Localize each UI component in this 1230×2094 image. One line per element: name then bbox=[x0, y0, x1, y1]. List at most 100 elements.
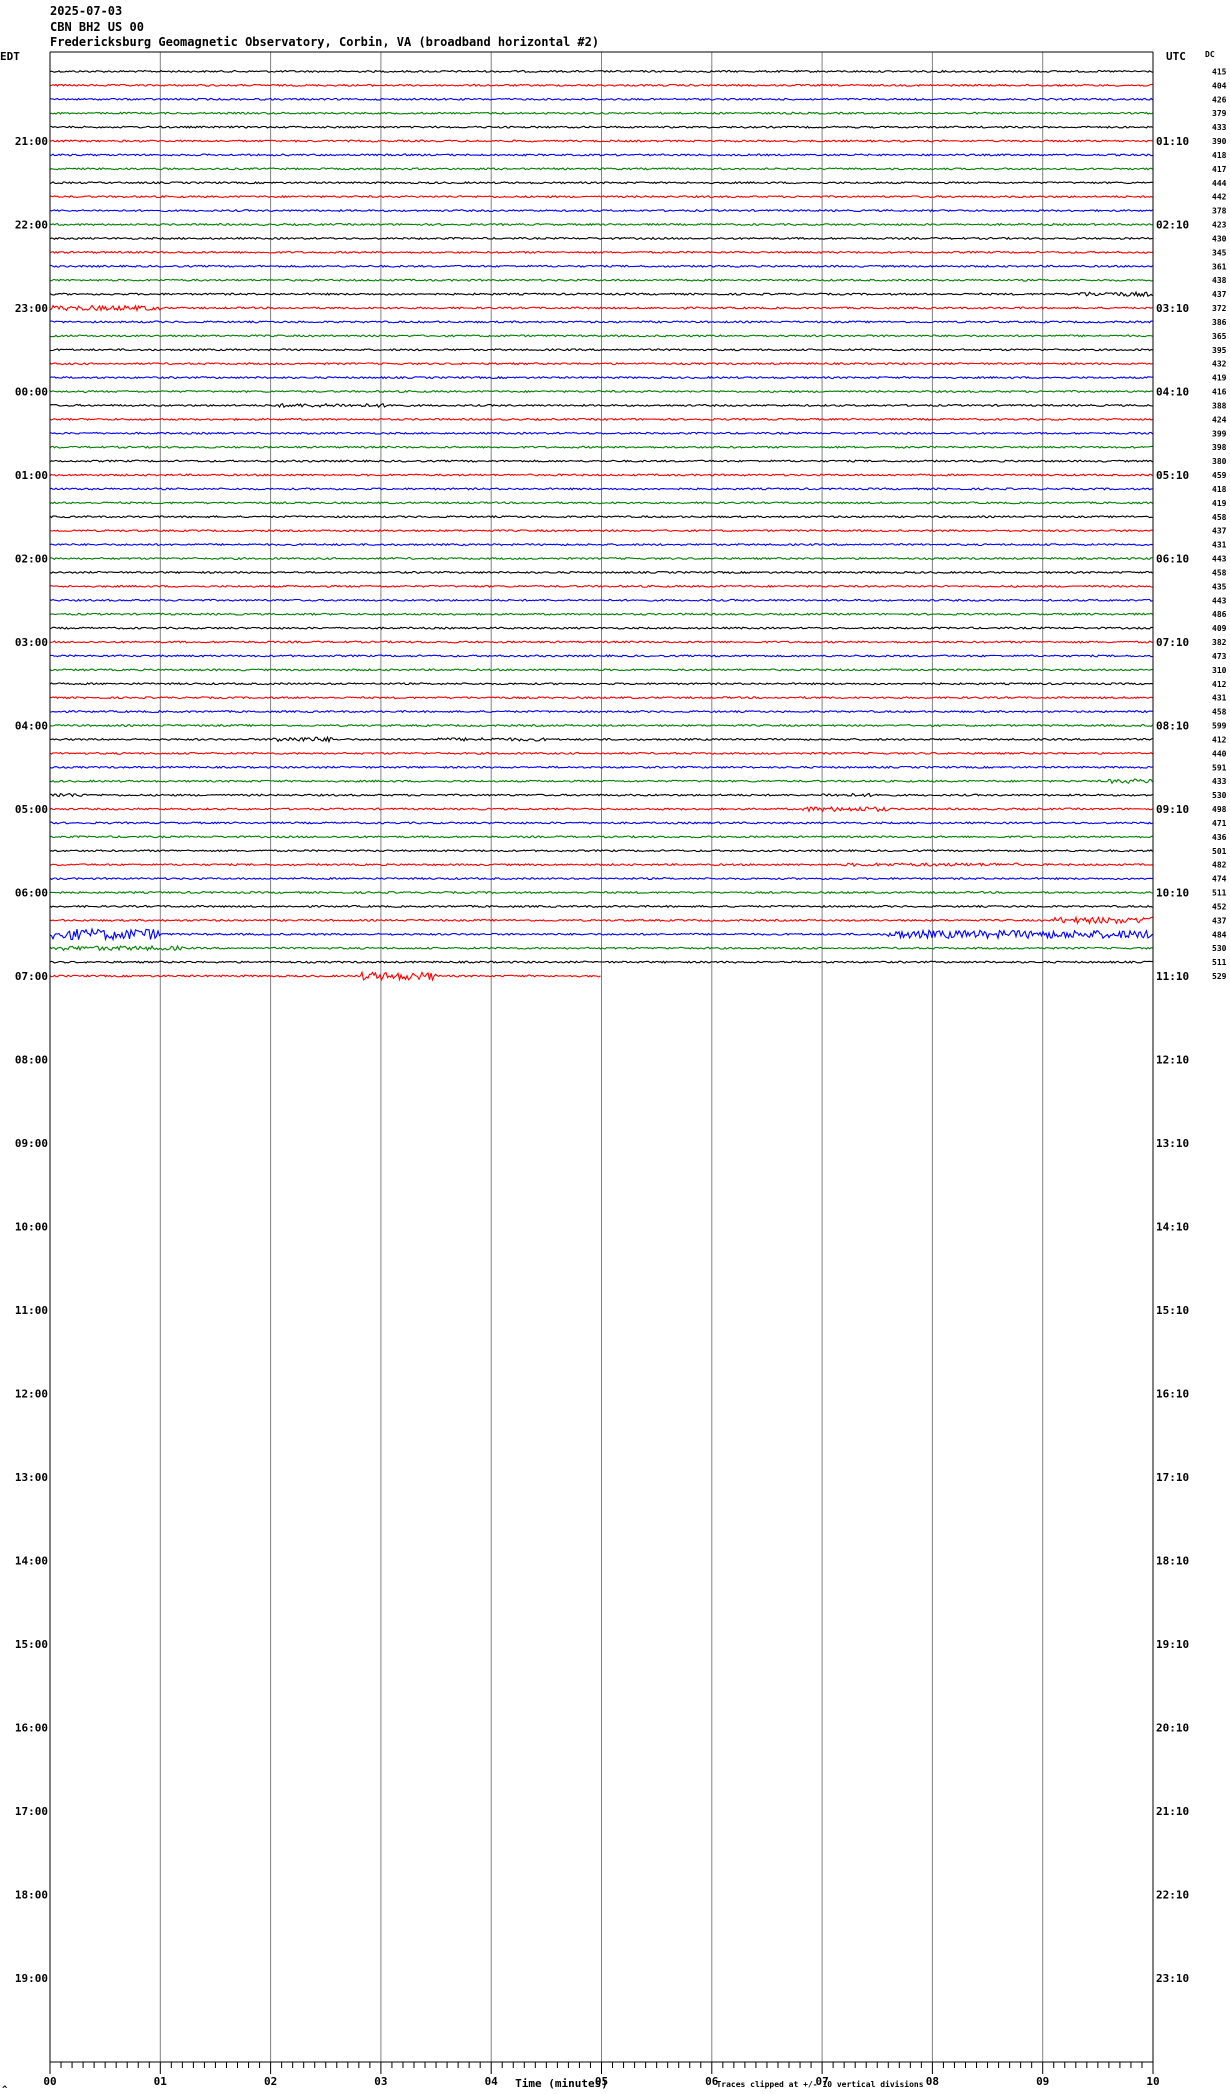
dc-offset-label: 380 bbox=[1212, 457, 1227, 466]
right-hour-label: 20:10 bbox=[1156, 1722, 1189, 1735]
right-hour-label: 19:10 bbox=[1156, 1638, 1189, 1651]
left-hour-label: 23:00 bbox=[15, 302, 48, 315]
dc-offset-label: 438 bbox=[1212, 276, 1227, 285]
seismic-trace bbox=[49, 626, 1153, 630]
dc-offset-label: 591 bbox=[1212, 763, 1227, 772]
dc-offset-label: 431 bbox=[1212, 541, 1227, 550]
x-tick-label: 00 bbox=[43, 2075, 56, 2088]
dc-offset-label: 437 bbox=[1212, 527, 1227, 536]
dc-offset-label: 388 bbox=[1212, 401, 1227, 410]
dc-offset-label: 418 bbox=[1212, 485, 1227, 494]
left-hour-label: 08:00 bbox=[15, 1054, 48, 1067]
dc-offset-label: 386 bbox=[1212, 318, 1227, 327]
dc-offset-label: 419 bbox=[1212, 499, 1227, 508]
x-tick-label: 08 bbox=[926, 2075, 939, 2088]
left-hour-label: 16:00 bbox=[15, 1722, 48, 1735]
right-hour-label: 15:10 bbox=[1156, 1304, 1189, 1317]
right-hour-label: 06:10 bbox=[1156, 553, 1189, 566]
dc-offset-label: 412 bbox=[1212, 680, 1227, 689]
dc-offset-label: 436 bbox=[1212, 833, 1227, 842]
dc-offset-label: 443 bbox=[1212, 596, 1227, 605]
left-hour-label: 04:00 bbox=[15, 720, 48, 733]
dc-offset-label: 482 bbox=[1212, 861, 1227, 870]
dc-offset-label: 437 bbox=[1212, 916, 1227, 925]
right-hour-label: 07:10 bbox=[1156, 636, 1189, 649]
left-hour-label: 18:00 bbox=[15, 1889, 48, 1902]
right-hour-label: 13:10 bbox=[1156, 1137, 1189, 1150]
right-hour-label: 11:10 bbox=[1156, 970, 1189, 983]
dc-offset-label: 511 bbox=[1212, 889, 1227, 898]
left-hour-label: 14:00 bbox=[15, 1555, 48, 1568]
left-hour-label: 12:00 bbox=[15, 1388, 48, 1401]
right-hour-label: 03:10 bbox=[1156, 302, 1189, 315]
dc-offset-label: 501 bbox=[1212, 847, 1227, 856]
dc-offset-label: 390 bbox=[1212, 137, 1227, 146]
dc-offset-label: 310 bbox=[1212, 666, 1227, 675]
dc-offset-label: 498 bbox=[1212, 805, 1227, 814]
dc-offset-label: 484 bbox=[1212, 930, 1227, 939]
left-hour-label: 09:00 bbox=[15, 1137, 48, 1150]
right-hour-label: 10:10 bbox=[1156, 887, 1189, 900]
left-hour-label: 21:00 bbox=[15, 135, 48, 148]
dc-offset-label: 417 bbox=[1212, 165, 1227, 174]
right-timezone-label: UTC bbox=[1166, 50, 1186, 63]
right-hour-label: 12:10 bbox=[1156, 1054, 1189, 1067]
left-hour-label: 05:00 bbox=[15, 803, 48, 816]
dc-offset-label: 459 bbox=[1212, 471, 1227, 480]
dc-offset-label: 426 bbox=[1212, 95, 1227, 104]
right-hour-label: 09:10 bbox=[1156, 803, 1189, 816]
dc-offset-label: 433 bbox=[1212, 777, 1227, 786]
dc-offset-label: 530 bbox=[1212, 944, 1227, 953]
left-hour-label: 02:00 bbox=[15, 553, 48, 566]
right-hour-label: 17:10 bbox=[1156, 1471, 1189, 1484]
dc-offset-label: 530 bbox=[1212, 791, 1227, 800]
left-hour-label: 17:00 bbox=[15, 1805, 48, 1818]
right-hour-label: 05:10 bbox=[1156, 469, 1189, 482]
dc-header-label: DC bbox=[1205, 50, 1215, 59]
right-hour-label: 22:10 bbox=[1156, 1889, 1189, 1902]
x-tick-label: 09 bbox=[1036, 2075, 1049, 2088]
dc-offset-label: 452 bbox=[1212, 902, 1227, 911]
seismic-trace bbox=[49, 167, 1153, 171]
dc-offset-label: 444 bbox=[1212, 179, 1227, 188]
seismic-trace bbox=[49, 849, 1153, 853]
x-tick-label: 04 bbox=[485, 2075, 499, 2088]
left-hour-label: 01:00 bbox=[15, 469, 48, 482]
left-hour-label: 13:00 bbox=[15, 1471, 48, 1484]
dc-offset-label: 435 bbox=[1212, 582, 1227, 591]
dc-offset-label: 433 bbox=[1212, 123, 1227, 132]
helicorder-plot: 415 404 426 379 433 390 418 417 444 442 378 423 430 3… bbox=[0, 50, 1227, 2094]
x-tick-label: 02 bbox=[264, 2075, 277, 2088]
dc-offset-label: 440 bbox=[1212, 749, 1227, 758]
left-hour-label: 03:00 bbox=[15, 636, 48, 649]
corner-mark: ^ bbox=[2, 2085, 8, 2094]
dc-offset-label: 443 bbox=[1212, 555, 1227, 564]
left-timezone-label: EDT bbox=[0, 50, 20, 63]
dc-offset-label: 398 bbox=[1212, 443, 1227, 452]
right-hour-label: 02:10 bbox=[1156, 219, 1189, 232]
dc-offset-label: 431 bbox=[1212, 694, 1227, 703]
dc-offset-label: 361 bbox=[1212, 262, 1227, 271]
dc-offset-label: 416 bbox=[1212, 388, 1227, 397]
right-hour-label: 16:10 bbox=[1156, 1388, 1189, 1401]
dc-offset-label: 395 bbox=[1212, 346, 1227, 355]
dc-offset-label: 599 bbox=[1212, 722, 1227, 731]
right-hour-label: 23:10 bbox=[1156, 1972, 1189, 1985]
right-hour-label: 18:10 bbox=[1156, 1555, 1189, 1568]
dc-offset-label: 399 bbox=[1212, 429, 1227, 438]
right-hour-label: 01:10 bbox=[1156, 135, 1189, 148]
dc-offset-label: 378 bbox=[1212, 207, 1227, 216]
dc-offset-label: 511 bbox=[1212, 958, 1227, 967]
dc-offset-label: 474 bbox=[1212, 875, 1227, 884]
dc-offset-label: 382 bbox=[1212, 638, 1227, 647]
dc-offset-label: 418 bbox=[1212, 151, 1227, 160]
dc-offset-label: 424 bbox=[1212, 415, 1227, 424]
left-hour-label: 06:00 bbox=[15, 887, 48, 900]
right-hour-label: 14:10 bbox=[1156, 1221, 1189, 1234]
dc-offset-label: 419 bbox=[1212, 374, 1227, 383]
dc-offset-label: 430 bbox=[1212, 234, 1227, 243]
left-hour-label: 19:00 bbox=[15, 1972, 48, 1985]
dc-offset-label: 432 bbox=[1212, 360, 1227, 369]
x-axis-title: Time (minutes) bbox=[515, 2077, 608, 2090]
dc-offset-label: 379 bbox=[1212, 109, 1227, 118]
